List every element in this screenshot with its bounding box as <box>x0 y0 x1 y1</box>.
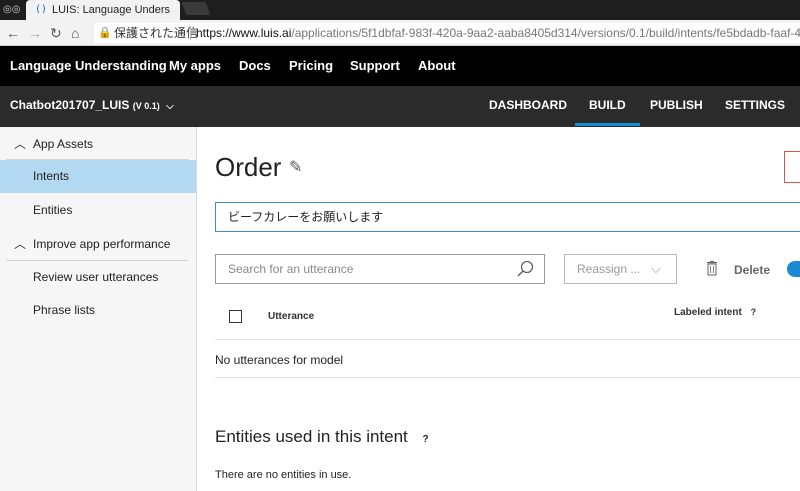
delete-button[interactable]: Delete <box>734 262 770 278</box>
nav-support[interactable]: Support <box>350 58 400 74</box>
app-bar: Chatbot201707_LUIS (V 0.1) ⌵ DASHBOARD B… <box>0 86 800 127</box>
trash-icon[interactable] <box>706 261 718 276</box>
home-icon[interactable]: ⌂ <box>71 25 79 41</box>
reassign-label: Reassign ... <box>577 262 641 276</box>
tab-publish[interactable]: PUBLISH <box>650 97 703 113</box>
chevron-up-icon: ︿ <box>14 237 27 251</box>
new-tab-button[interactable] <box>181 2 211 15</box>
view-toggle[interactable] <box>787 261 800 277</box>
tab-settings[interactable]: SETTINGS <box>725 97 785 113</box>
url-text: https://www.luis.ai/applications/5f1dbfa… <box>196 23 800 43</box>
url-separator <box>190 26 191 40</box>
select-all-checkbox[interactable] <box>229 310 242 323</box>
address-bar-row: ← → ↻ ⌂ 🔒 保護された通信 https://www.luis.ai/ap… <box>0 20 800 46</box>
browser-tab[interactable]: () LUIS: Language Understa ✕ <box>26 0 197 20</box>
nav-my-apps[interactable]: My apps <box>169 58 221 74</box>
table-divider <box>215 377 800 378</box>
back-arrow-icon[interactable]: ← <box>6 25 20 41</box>
page-title: Order <box>215 152 282 182</box>
column-header-labeled-intent[interactable]: Labeled intent ? <box>674 305 756 320</box>
main-content: Order ✎ ビーフカレーをお願いします Search for an utte… <box>197 127 800 491</box>
sidebar: ︿ App Assets Intents Entities ︿ Improve … <box>0 127 197 491</box>
help-icon[interactable]: ? <box>751 307 757 317</box>
url-host: https://www.luis.ai <box>196 26 292 40</box>
tab-dashboard[interactable]: DASHBOARD <box>489 97 567 113</box>
nav-docs[interactable]: Docs <box>239 58 271 74</box>
chevron-down-icon: ⌵ <box>651 261 661 276</box>
table-divider <box>215 339 800 340</box>
nav-about[interactable]: About <box>418 58 456 74</box>
utterance-input[interactable]: ビーフカレーをお願いします <box>215 202 800 232</box>
browser-tabstrip: ◎◎ () LUIS: Language Understa ✕ <box>0 0 800 20</box>
chevron-down-icon: ⌵ <box>166 101 174 112</box>
sidebar-item-phrase-lists[interactable]: Phrase lists <box>0 294 196 327</box>
app-selector[interactable]: Chatbot201707_LUIS (V 0.1) ⌵ <box>10 97 174 115</box>
nav-pricing[interactable]: Pricing <box>289 58 333 74</box>
labeled-intent-label: Labeled intent <box>674 307 742 318</box>
url-path: /applications/5f1dbfaf-983f-420a-9aa2-aa… <box>291 26 800 40</box>
empty-entities-message: There are no entities in use. <box>215 469 352 481</box>
sidebar-section-label: App Assets <box>33 137 94 151</box>
app-name: Chatbot201707_LUIS <box>10 98 130 112</box>
sidebar-item-review-utterances[interactable]: Review user utterances <box>0 261 196 294</box>
empty-utterances-message: No utterances for model <box>215 353 344 367</box>
forward-arrow-icon[interactable]: → <box>28 25 42 41</box>
window-icon: ◎◎ <box>3 4 21 15</box>
lock-icon: 🔒 <box>98 27 112 39</box>
search-icon[interactable] <box>516 260 534 278</box>
top-navigation: Language Understanding My apps Docs Pric… <box>0 46 800 86</box>
sidebar-section-label: Improve app performance <box>33 237 171 251</box>
reload-icon[interactable]: ↻ <box>50 25 62 41</box>
sidebar-section-improve[interactable]: ︿ Improve app performance <box>0 228 197 260</box>
entities-heading-text: Entities used in this intent <box>215 427 408 446</box>
tab-build[interactable]: BUILD <box>575 97 640 126</box>
pencil-icon[interactable]: ✎ <box>289 160 302 176</box>
app-version: (V 0.1) <box>132 101 160 111</box>
sidebar-item-entities[interactable]: Entities <box>0 194 196 227</box>
secure-label: 保護された通信 <box>114 26 199 40</box>
search-input[interactable]: Search for an utterance <box>215 254 545 284</box>
url-field[interactable]: 🔒 保護された通信 https://www.luis.ai/applicatio… <box>94 23 800 43</box>
sidebar-section-app-assets[interactable]: ︿ App Assets <box>0 128 197 160</box>
tab-title: LUIS: Language Understa <box>52 4 170 16</box>
help-icon[interactable]: ? <box>423 434 429 445</box>
column-header-utterance[interactable]: Utterance <box>268 310 314 324</box>
nav-language-understanding[interactable]: Language Understanding <box>10 58 167 74</box>
luis-favicon-icon: () <box>35 4 48 15</box>
chevron-up-icon: ︿ <box>14 137 27 151</box>
search-placeholder: Search for an utterance <box>228 262 354 276</box>
sidebar-item-intents[interactable]: Intents <box>0 160 196 193</box>
reassign-dropdown[interactable]: Reassign ... ⌵ <box>564 254 677 284</box>
delete-intent-button[interactable] <box>784 151 800 183</box>
entities-heading: Entities used in this intent ? <box>215 426 429 451</box>
